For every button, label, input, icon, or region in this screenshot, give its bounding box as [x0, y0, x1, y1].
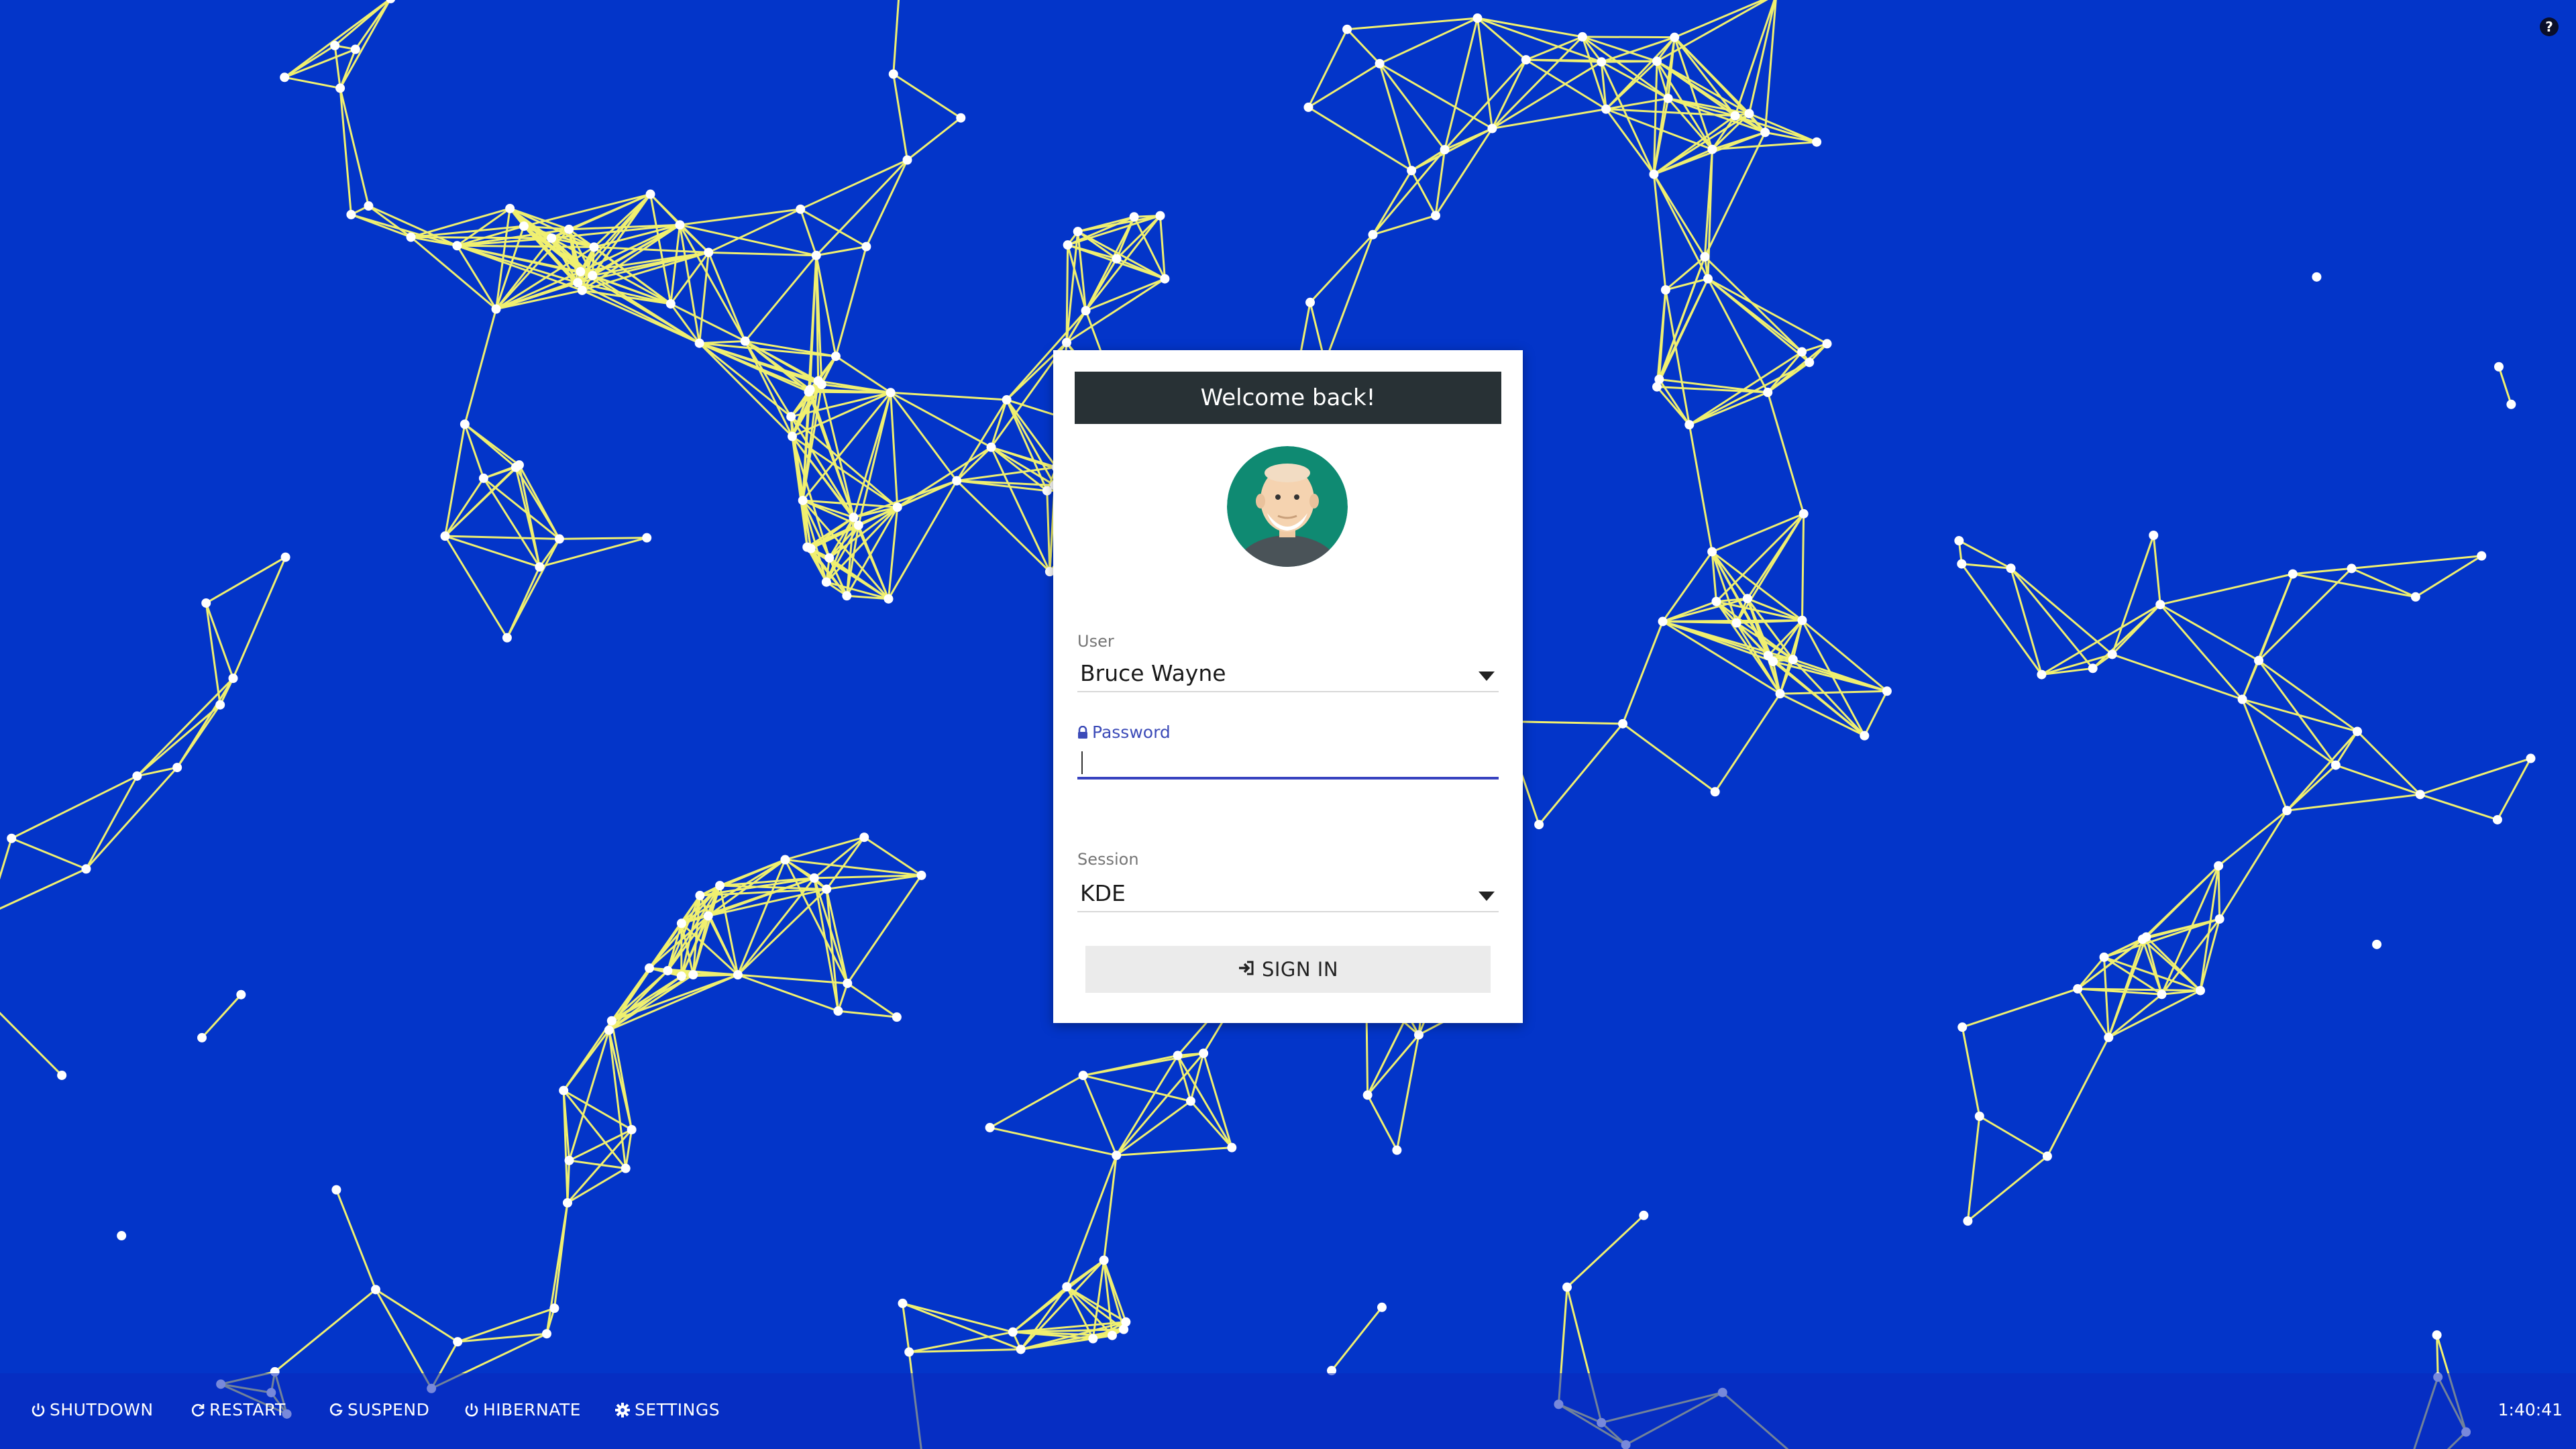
settings-label: SETTINGS [635, 1400, 720, 1419]
user-avatar [1227, 446, 1348, 567]
hibernate-label: HIBERNATE [483, 1400, 581, 1419]
suspend-button[interactable]: SUSPEND [329, 1400, 429, 1419]
shutdown-label: SHUTDOWN [50, 1400, 154, 1419]
chevron-down-icon [1479, 892, 1495, 901]
suspend-label: SUSPEND [347, 1400, 430, 1419]
restart-label: RESTART [209, 1400, 286, 1419]
password-label: Password [1077, 722, 1171, 742]
sign-in-button[interactable]: SIGN IN [1085, 946, 1491, 993]
user-value: Bruce Wayne [1080, 660, 1226, 686]
gear-icon [614, 1402, 631, 1418]
shutdown-button[interactable]: SHUTDOWN [31, 1400, 154, 1419]
hibernate-button[interactable]: HIBERNATE [464, 1400, 581, 1419]
password-input[interactable] [1077, 746, 1499, 780]
power-icon [31, 1402, 46, 1418]
settings-button[interactable]: SETTINGS [614, 1400, 720, 1419]
login-card: Welcome back! User Bruce Wayne Password … [1053, 350, 1523, 1023]
clock: 1:40:41 [2498, 1400, 2563, 1419]
power-icon [464, 1402, 479, 1418]
welcome-header: Welcome back! [1075, 372, 1501, 424]
session-value: KDE [1080, 880, 1126, 906]
user-select-underline [1077, 691, 1499, 692]
chevron-down-icon [1479, 672, 1495, 681]
password-label-text: Password [1092, 722, 1171, 742]
text-cursor [1081, 751, 1083, 774]
session-select-underline [1077, 911, 1499, 912]
refresh-icon [191, 1402, 205, 1418]
user-label: User [1077, 632, 1114, 651]
moon-g-icon [329, 1402, 343, 1418]
lock-icon [1077, 725, 1088, 739]
sign-in-label: SIGN IN [1261, 958, 1339, 981]
sign-in-icon [1238, 958, 1255, 981]
help-icon[interactable]: ? [2540, 17, 2559, 36]
restart-button[interactable]: RESTART [191, 1400, 286, 1419]
session-label: Session [1077, 850, 1139, 869]
